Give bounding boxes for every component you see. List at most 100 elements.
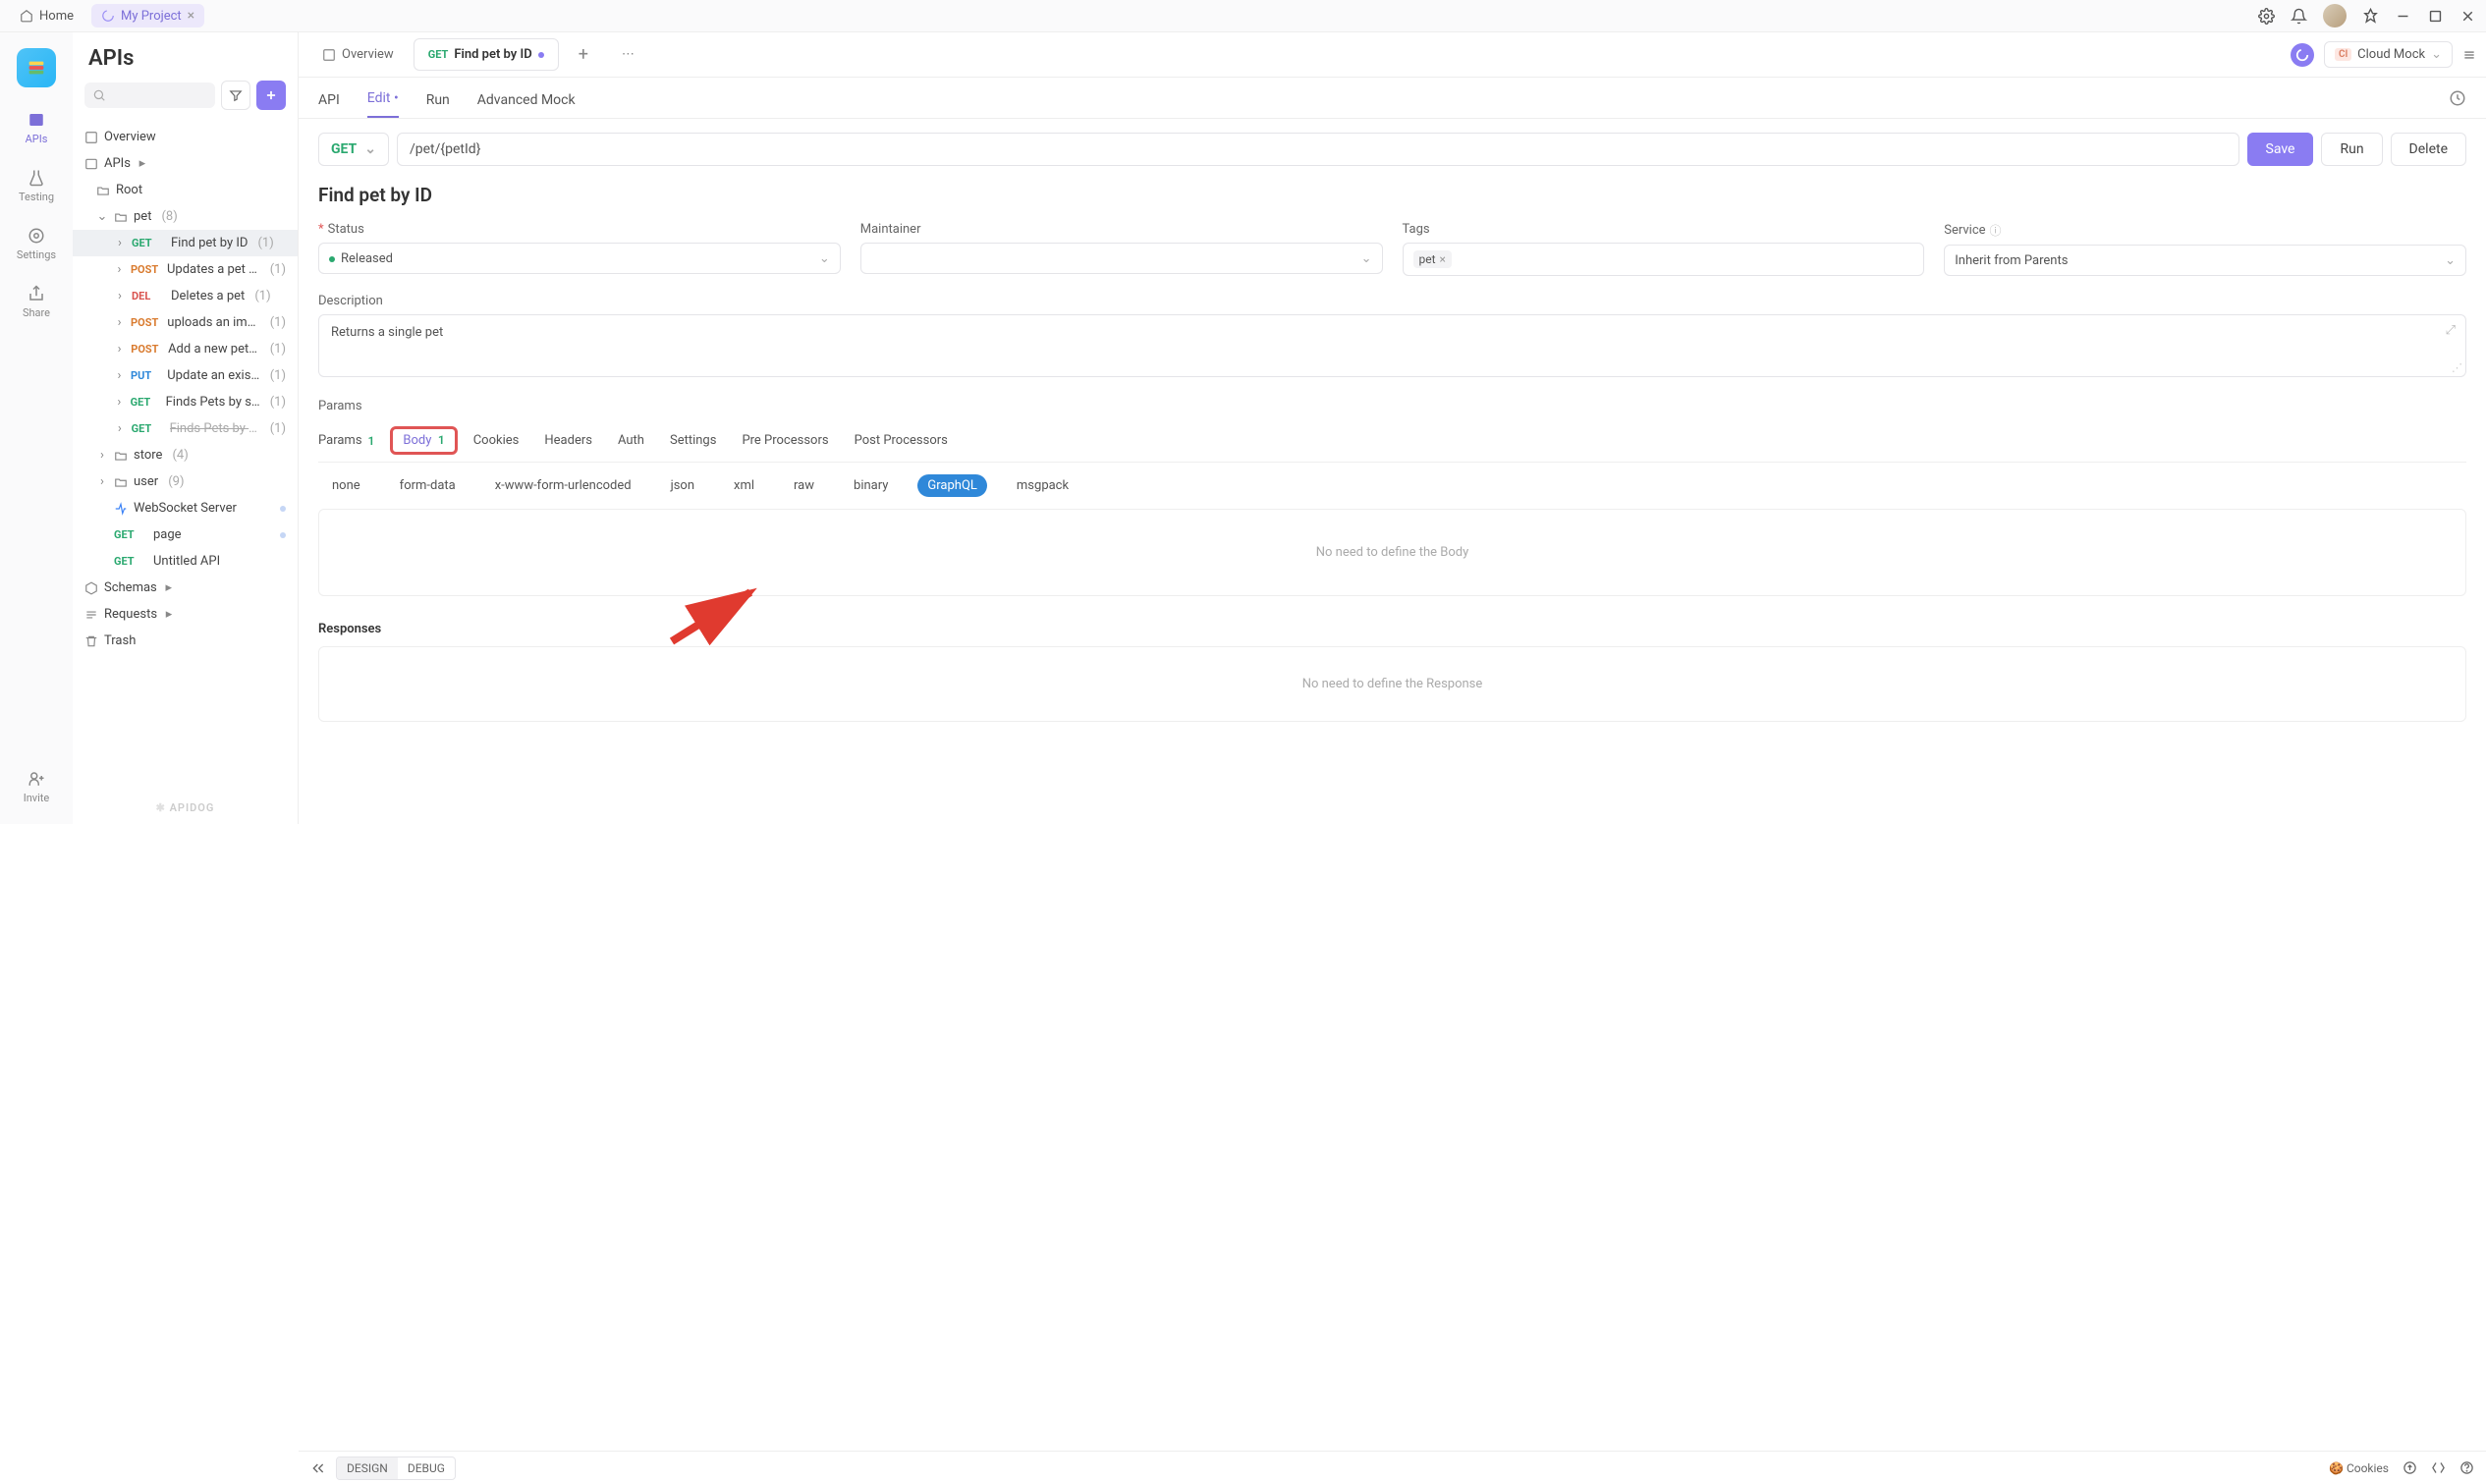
body-formdata[interactable]: form-data	[390, 474, 466, 497]
trash-row[interactable]: Trash	[73, 628, 298, 654]
api-update-pet[interactable]: ›POSTUpdates a pet in...(1)	[73, 256, 298, 283]
collapse-icon[interactable]	[310, 1460, 326, 1476]
upload-icon[interactable]	[2403, 1460, 2417, 1475]
rail-settings[interactable]: Settings	[17, 227, 56, 261]
rail-share-label: Share	[23, 306, 50, 319]
description-textarea[interactable]: Returns a single pet ⤢ ⋰	[318, 314, 2466, 377]
ptab-auth[interactable]: Auth	[618, 419, 644, 462]
body-xwww[interactable]: x-www-form-urlencoded	[485, 474, 641, 497]
environment-select[interactable]: Cl Cloud Mock ⌄	[2324, 41, 2453, 68]
schemas-row[interactable]: Schemas▸	[73, 575, 298, 601]
home-tab[interactable]: Home	[10, 5, 83, 27]
user-folder-row[interactable]: ›user(9)	[73, 468, 298, 495]
url-input[interactable]: /pet/{petId}	[397, 133, 2239, 166]
api-find-pet[interactable]: ›GETFind pet by ID(1)	[73, 230, 298, 256]
active-doc-tab[interactable]: GET Find pet by ID	[414, 38, 559, 71]
apis-group-row[interactable]: APIs ▸	[73, 150, 298, 177]
rail-invite-label: Invite	[24, 792, 50, 804]
window-close-icon[interactable]	[2459, 8, 2476, 25]
body-json[interactable]: json	[661, 474, 704, 497]
subtab-api[interactable]: API	[318, 92, 340, 118]
ptab-post[interactable]: Post Processors	[855, 419, 948, 462]
requests-row[interactable]: Requests▸	[73, 601, 298, 628]
help-icon[interactable]	[2459, 1460, 2474, 1475]
close-icon[interactable]: ×	[188, 8, 194, 24]
subtabs: API Edit • Run Advanced Mock	[299, 78, 2486, 119]
history-button[interactable]	[2449, 89, 2466, 107]
run-button[interactable]: Run	[2321, 133, 2382, 166]
tags-input[interactable]: pet×	[1403, 243, 1925, 276]
api-find-by-status[interactable]: ›GETFinds Pets by sta...(1)	[73, 389, 298, 415]
ptab-params[interactable]: Params1	[318, 419, 374, 462]
api-delete-pet[interactable]: ›DELDeletes a pet(1)	[73, 283, 298, 309]
body-graphql[interactable]: GraphQL	[917, 474, 986, 497]
bell-icon[interactable]	[2291, 8, 2307, 25]
rail-invite[interactable]: Invite	[24, 770, 50, 804]
body-xml[interactable]: xml	[724, 474, 764, 497]
minimize-icon[interactable]	[2395, 8, 2411, 25]
save-button[interactable]: Save	[2247, 133, 2314, 166]
new-tab-button[interactable]: +	[565, 36, 602, 73]
project-label: My Project	[121, 9, 182, 24]
status-select[interactable]: Released⌄	[318, 243, 841, 274]
tab-menu-button[interactable]: ⋯	[608, 39, 648, 70]
untitled-api-row[interactable]: GETUntitled API	[73, 548, 298, 575]
apis-icon	[28, 111, 45, 129]
api-title: Find pet by ID	[318, 184, 2466, 206]
app-logo[interactable]	[17, 48, 56, 87]
page-api-row[interactable]: GETpage	[73, 522, 298, 548]
api-put-pet[interactable]: ›PUTUpdate an existi...(1)	[73, 362, 298, 389]
search-input[interactable]	[84, 82, 215, 108]
api-add-pet[interactable]: ›POSTAdd a new pet t...(1)	[73, 336, 298, 362]
body-raw[interactable]: raw	[784, 474, 824, 497]
nav-rail: APIs Testing Settings Share Invite	[0, 32, 73, 824]
gear-icon[interactable]	[2258, 8, 2275, 25]
subtab-edit[interactable]: Edit •	[367, 90, 399, 118]
project-tab[interactable]: My Project ×	[91, 4, 204, 27]
body-none[interactable]: none	[322, 474, 370, 497]
store-folder-row[interactable]: ›store(4)	[73, 442, 298, 468]
subtab-advanced-mock[interactable]: Advanced Mock	[477, 92, 576, 118]
info-icon[interactable]: ⓘ	[1990, 222, 2002, 239]
maintainer-select[interactable]: ⌄	[860, 243, 1383, 274]
maximize-icon[interactable]	[2427, 8, 2444, 25]
pet-folder-row[interactable]: ⌄ pet (8)	[73, 203, 298, 230]
ptab-body[interactable]: Body 1	[400, 419, 447, 462]
mode-debug[interactable]: DEBUG	[398, 1457, 455, 1479]
ptab-pre[interactable]: Pre Processors	[742, 419, 828, 462]
service-select[interactable]: Inherit from Parents⌄	[1944, 245, 2466, 276]
ptab-settings[interactable]: Settings	[670, 419, 716, 462]
params-heading: Params	[318, 399, 2466, 413]
rail-apis[interactable]: APIs	[26, 111, 48, 145]
api-upload-image[interactable]: ›POSTuploads an image(1)	[73, 309, 298, 336]
filter-button[interactable]	[221, 81, 250, 110]
rail-testing[interactable]: Testing	[19, 169, 54, 203]
body-msgpack[interactable]: msgpack	[1007, 474, 1078, 497]
overview-doc-tab[interactable]: Overview	[308, 39, 408, 70]
ptab-headers[interactable]: Headers	[544, 419, 592, 462]
cookies-button[interactable]: 🍪 Cookies	[2329, 1461, 2389, 1475]
delete-button[interactable]: Delete	[2391, 133, 2466, 166]
add-button[interactable]	[256, 81, 286, 110]
code-icon[interactable]	[2431, 1460, 2446, 1475]
websocket-row[interactable]: WebSocket Server	[73, 495, 298, 522]
apis-group-icon	[84, 157, 98, 171]
api-find-by-tag[interactable]: ›GETFinds Pets by t...(1)	[73, 415, 298, 442]
requests-icon	[84, 608, 98, 622]
overview-row[interactable]: Overview	[73, 124, 298, 150]
resize-handle-icon[interactable]: ⋰	[2452, 361, 2462, 374]
body-binary[interactable]: binary	[844, 474, 898, 497]
sync-button[interactable]	[2291, 43, 2314, 67]
avatar[interactable]	[2323, 4, 2347, 27]
expand-icon[interactable]: ⤢	[2446, 323, 2456, 338]
mode-toggle[interactable]: DESIGN DEBUG	[336, 1457, 456, 1480]
subtab-run[interactable]: Run	[426, 92, 450, 118]
ptab-cookies[interactable]: Cookies	[473, 419, 520, 462]
rail-share[interactable]: Share	[23, 285, 50, 319]
search-icon	[92, 88, 106, 102]
root-row[interactable]: Root	[73, 177, 298, 203]
method-select[interactable]: GET ⌄	[318, 133, 389, 166]
menu-icon[interactable]	[2462, 48, 2476, 62]
mode-design[interactable]: DESIGN	[337, 1457, 398, 1479]
pin-icon[interactable]	[2362, 8, 2379, 25]
